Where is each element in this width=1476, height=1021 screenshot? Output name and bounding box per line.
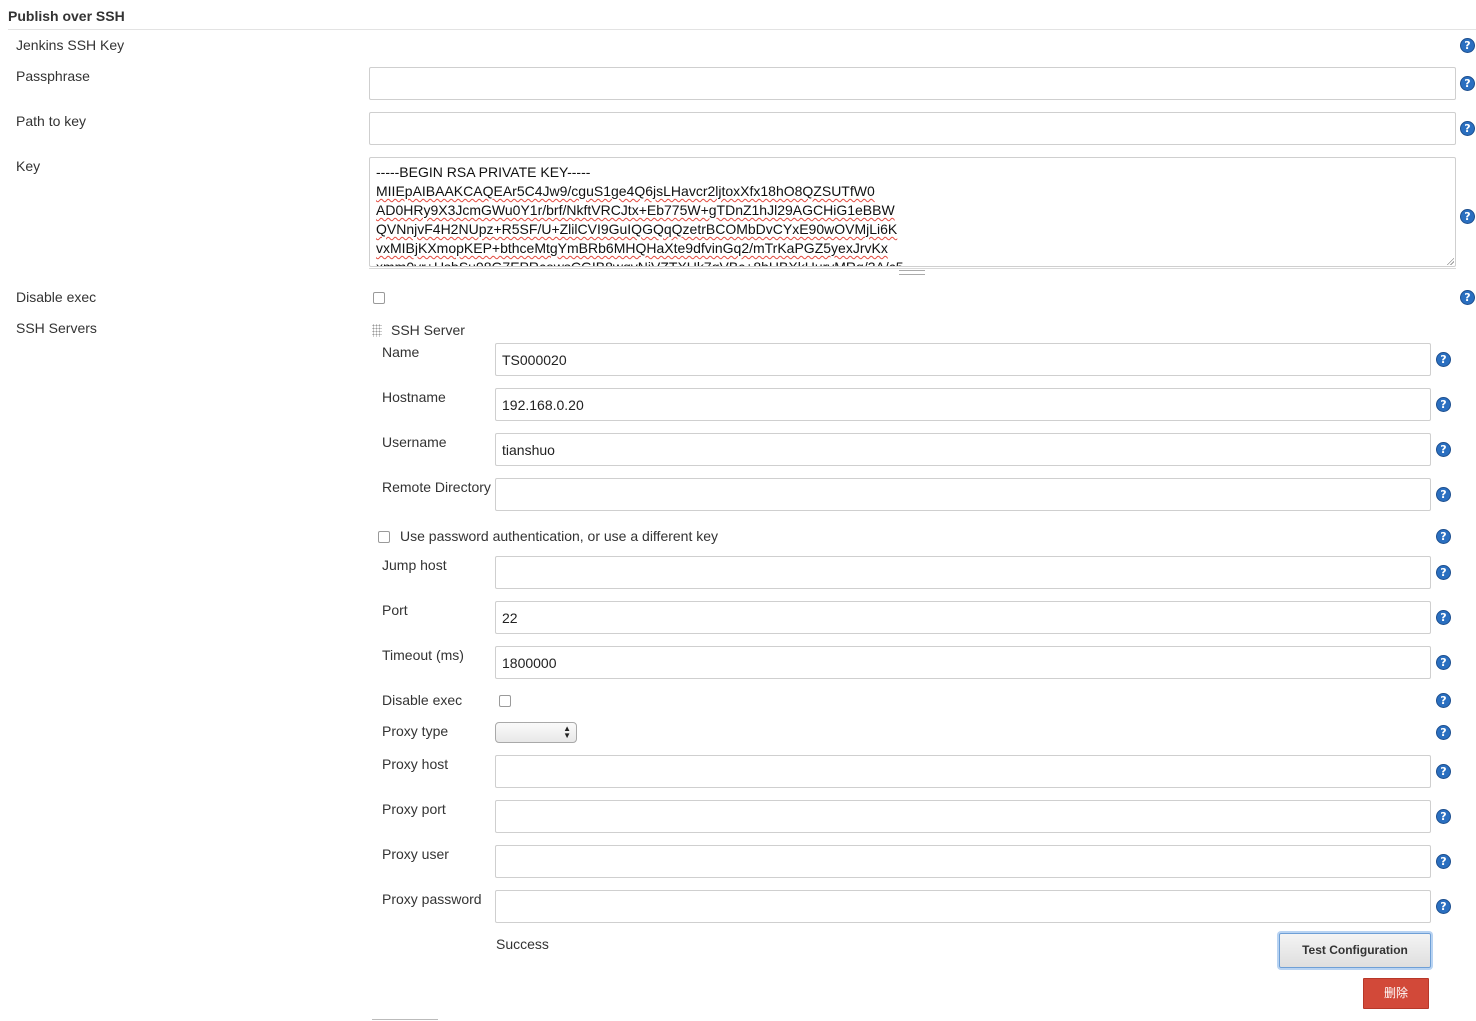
help-icon[interactable]: ? (1460, 209, 1475, 224)
proxy-user-field[interactable] (495, 845, 1431, 878)
proxy-user-label: Proxy user (382, 846, 449, 862)
key-textarea[interactable]: -----BEGIN RSA PRIVATE KEY----- MIIEpAIB… (369, 157, 1456, 267)
help-icon[interactable]: ? (1436, 899, 1451, 914)
server-disable-exec-checkbox[interactable] (499, 695, 511, 707)
help-icon[interactable]: ? (1436, 487, 1451, 502)
help-icon[interactable]: ? (1436, 854, 1451, 869)
textarea-expand-grip[interactable] (369, 268, 1456, 275)
timeout-field[interactable] (495, 646, 1431, 679)
add-button-edge (372, 1019, 438, 1020)
name-label: Name (382, 344, 420, 360)
port-field[interactable] (495, 601, 1431, 634)
path-to-key-label: Path to key (16, 113, 87, 129)
disable-exec-label: Disable exec (16, 289, 97, 305)
help-icon[interactable]: ? (1436, 725, 1451, 740)
disable-exec-checkbox[interactable] (373, 292, 385, 304)
jump-host-field[interactable] (495, 556, 1431, 589)
help-icon[interactable]: ? (1460, 76, 1475, 91)
hostname-label: Hostname (382, 389, 446, 405)
help-icon[interactable]: ? (1436, 529, 1451, 544)
up-down-arrows-icon: ▲ ▼ (563, 724, 571, 740)
jump-host-label: Jump host (382, 557, 447, 573)
ssh-server-header: SSH Server (391, 322, 465, 338)
delete-button[interactable]: 删除 (1363, 978, 1429, 1009)
proxy-password-label: Proxy password (382, 891, 482, 907)
proxy-password-field[interactable] (495, 890, 1431, 923)
passphrase-label: Passphrase (16, 68, 90, 84)
help-icon[interactable]: ? (1460, 121, 1475, 136)
remote-directory-field[interactable] (495, 478, 1431, 511)
server-name-field[interactable] (495, 343, 1431, 376)
help-icon[interactable]: ? (1436, 764, 1451, 779)
key-line: QVNnjvF4H2NUpz+R5SF/U+ZlilCVI9GuIQGQqQze… (376, 221, 898, 237)
path-to-key-field[interactable] (369, 112, 1456, 145)
key-label: Key (16, 158, 41, 174)
key-line: -----BEGIN RSA PRIVATE KEY----- (376, 164, 591, 180)
use-password-checkbox[interactable] (378, 531, 390, 543)
proxy-host-field[interactable] (495, 755, 1431, 788)
proxy-port-field[interactable] (495, 800, 1431, 833)
proxy-host-label: Proxy host (382, 756, 449, 772)
help-icon[interactable]: ? (1436, 693, 1451, 708)
ssh-servers-label: SSH Servers (16, 320, 97, 336)
help-icon[interactable]: ? (1436, 565, 1451, 580)
port-label: Port (382, 602, 408, 618)
section-divider (8, 29, 1476, 30)
jenkins-ssh-key-label: Jenkins SSH Key (16, 37, 125, 53)
proxy-type-select[interactable]: ▲ ▼ (495, 722, 577, 743)
remote-directory-label: Remote Directory (382, 479, 491, 495)
key-line: MIIEpAIBAAKCAQEAr5C4Jw9/cguS1ge4Q6jsLHav… (376, 183, 875, 199)
drag-handle-icon[interactable] (372, 324, 382, 337)
help-icon[interactable]: ? (1436, 655, 1451, 670)
key-line: vxMIBjKXmopKEP+bthceMtgYmBRb6MHQHaXte9df… (376, 240, 888, 256)
help-icon[interactable]: ? (1436, 809, 1451, 824)
use-password-label: Use password authentication, or use a di… (400, 528, 719, 544)
proxy-port-label: Proxy port (382, 801, 446, 817)
test-status-text: Success (496, 936, 549, 952)
resize-handle-icon[interactable] (1446, 257, 1454, 265)
help-icon[interactable]: ? (1460, 38, 1475, 53)
timeout-label: Timeout (ms) (382, 647, 464, 663)
username-label: Username (382, 434, 447, 450)
passphrase-field[interactable] (369, 67, 1456, 100)
help-icon[interactable]: ? (1436, 442, 1451, 457)
section-title: Publish over SSH (8, 8, 125, 24)
key-line: xmm0vr+UsbSu98G7EPRcowsCGIB8wqvNiVZTXUk7… (376, 259, 904, 267)
hostname-field[interactable] (495, 388, 1431, 421)
test-configuration-button[interactable]: Test Configuration (1279, 933, 1431, 968)
proxy-type-label: Proxy type (382, 723, 449, 739)
help-icon[interactable]: ? (1436, 397, 1451, 412)
help-icon[interactable]: ? (1436, 352, 1451, 367)
server-disable-exec-label: Disable exec (382, 692, 463, 708)
help-icon[interactable]: ? (1460, 290, 1475, 305)
username-field[interactable] (495, 433, 1431, 466)
help-icon[interactable]: ? (1436, 610, 1451, 625)
key-line: AD0HRy9X3JcmGWu0Y1r/brf/NkftVRCJtx+Eb775… (376, 202, 895, 218)
